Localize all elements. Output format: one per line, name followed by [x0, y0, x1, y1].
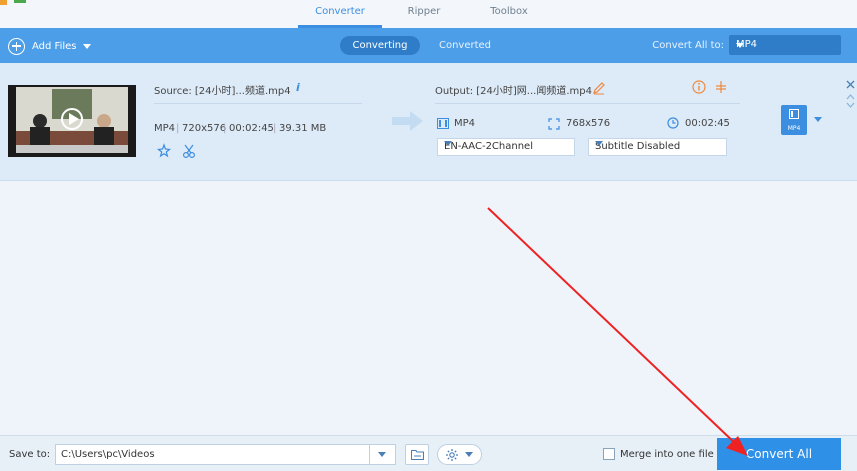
- folder-icon: [411, 449, 424, 460]
- video-thumbnail-image: [8, 85, 136, 157]
- video-format-icon: [437, 118, 449, 129]
- separator: |: [273, 123, 277, 134]
- save-path-dropdown-button[interactable]: [369, 444, 396, 465]
- subtitle-value: Subtitle Disabled: [595, 141, 681, 152]
- output-filename: Output: [24小时]网...闻频道.mp4: [435, 86, 592, 97]
- convert-all-button[interactable]: Convert All: [717, 438, 841, 470]
- info-circle-icon[interactable]: [692, 80, 706, 94]
- app-logo-fragment: [0, 0, 26, 5]
- tab-converted[interactable]: Converted: [430, 36, 500, 55]
- scissors-icon[interactable]: [182, 143, 198, 159]
- subtitle-select[interactable]: Subtitle Disabled: [588, 138, 727, 156]
- separator: |: [176, 123, 180, 134]
- merge-label: Merge into one file: [620, 449, 714, 460]
- close-icon[interactable]: [846, 80, 855, 89]
- source-divider: [154, 103, 362, 104]
- tab-converting[interactable]: Converting: [340, 36, 420, 55]
- tab-toolbox[interactable]: Toolbox: [470, 0, 548, 28]
- merge-checkbox[interactable]: [603, 448, 615, 460]
- resize-icon: [548, 118, 560, 130]
- move-down-icon[interactable]: [846, 102, 855, 108]
- tab-converter[interactable]: Converter: [298, 0, 382, 28]
- source-size: 39.31 MB: [279, 123, 327, 134]
- clock-icon: [667, 117, 679, 129]
- tab-ripper[interactable]: Ripper: [390, 0, 458, 28]
- video-thumbnail[interactable]: [8, 85, 136, 157]
- source-filename: Source: [24小时]...频道.mp4: [154, 86, 291, 97]
- save-path-value: C:\Users\pc\Videos: [61, 449, 155, 460]
- add-files-label: Add Files: [32, 40, 77, 52]
- compress-icon[interactable]: [714, 80, 728, 94]
- audio-track-select[interactable]: EN-AAC-2Channel: [437, 138, 575, 156]
- film-icon: [789, 109, 799, 119]
- gear-icon: [446, 449, 458, 461]
- info-icon[interactable]: i: [296, 81, 300, 94]
- source-resolution: 720x576: [182, 123, 227, 134]
- chevron-down-icon: [736, 43, 744, 48]
- save-path-field[interactable]: C:\Users\pc\Videos: [55, 444, 370, 465]
- enhance-wand-icon[interactable]: [156, 143, 172, 159]
- save-to-label: Save to:: [9, 449, 51, 460]
- add-files-button[interactable]: Add Files: [8, 36, 92, 56]
- output-format: MP4: [454, 118, 476, 129]
- output-resolution: 768x576: [566, 118, 611, 129]
- move-up-icon[interactable]: [846, 94, 855, 100]
- output-divider: [435, 103, 740, 104]
- convert-arrow-icon: [392, 111, 423, 131]
- output-duration: 00:02:45: [685, 118, 730, 129]
- chevron-down-icon: [595, 141, 603, 146]
- chevron-down-icon[interactable]: [83, 43, 92, 49]
- badge-format-label: MP4: [787, 125, 801, 132]
- audio-track-value: EN-AAC-2Channel: [444, 141, 533, 152]
- chevron-down-icon[interactable]: [814, 117, 822, 122]
- open-folder-button[interactable]: [405, 444, 429, 465]
- edit-pencil-icon[interactable]: [592, 81, 606, 95]
- output-format-select[interactable]: MP4: [729, 35, 841, 55]
- chevron-down-icon: [378, 452, 386, 457]
- source-duration: 00:02:45: [229, 123, 274, 134]
- separator: |: [223, 123, 227, 134]
- source-format: MP4: [154, 123, 176, 134]
- output-format-badge[interactable]: MP4: [781, 105, 807, 135]
- chevron-down-icon: [444, 141, 452, 146]
- convert-all-to-label: Convert All to:: [652, 40, 724, 51]
- chevron-down-icon: [465, 452, 473, 457]
- add-circle-icon: [8, 37, 25, 55]
- settings-button[interactable]: [437, 444, 482, 465]
